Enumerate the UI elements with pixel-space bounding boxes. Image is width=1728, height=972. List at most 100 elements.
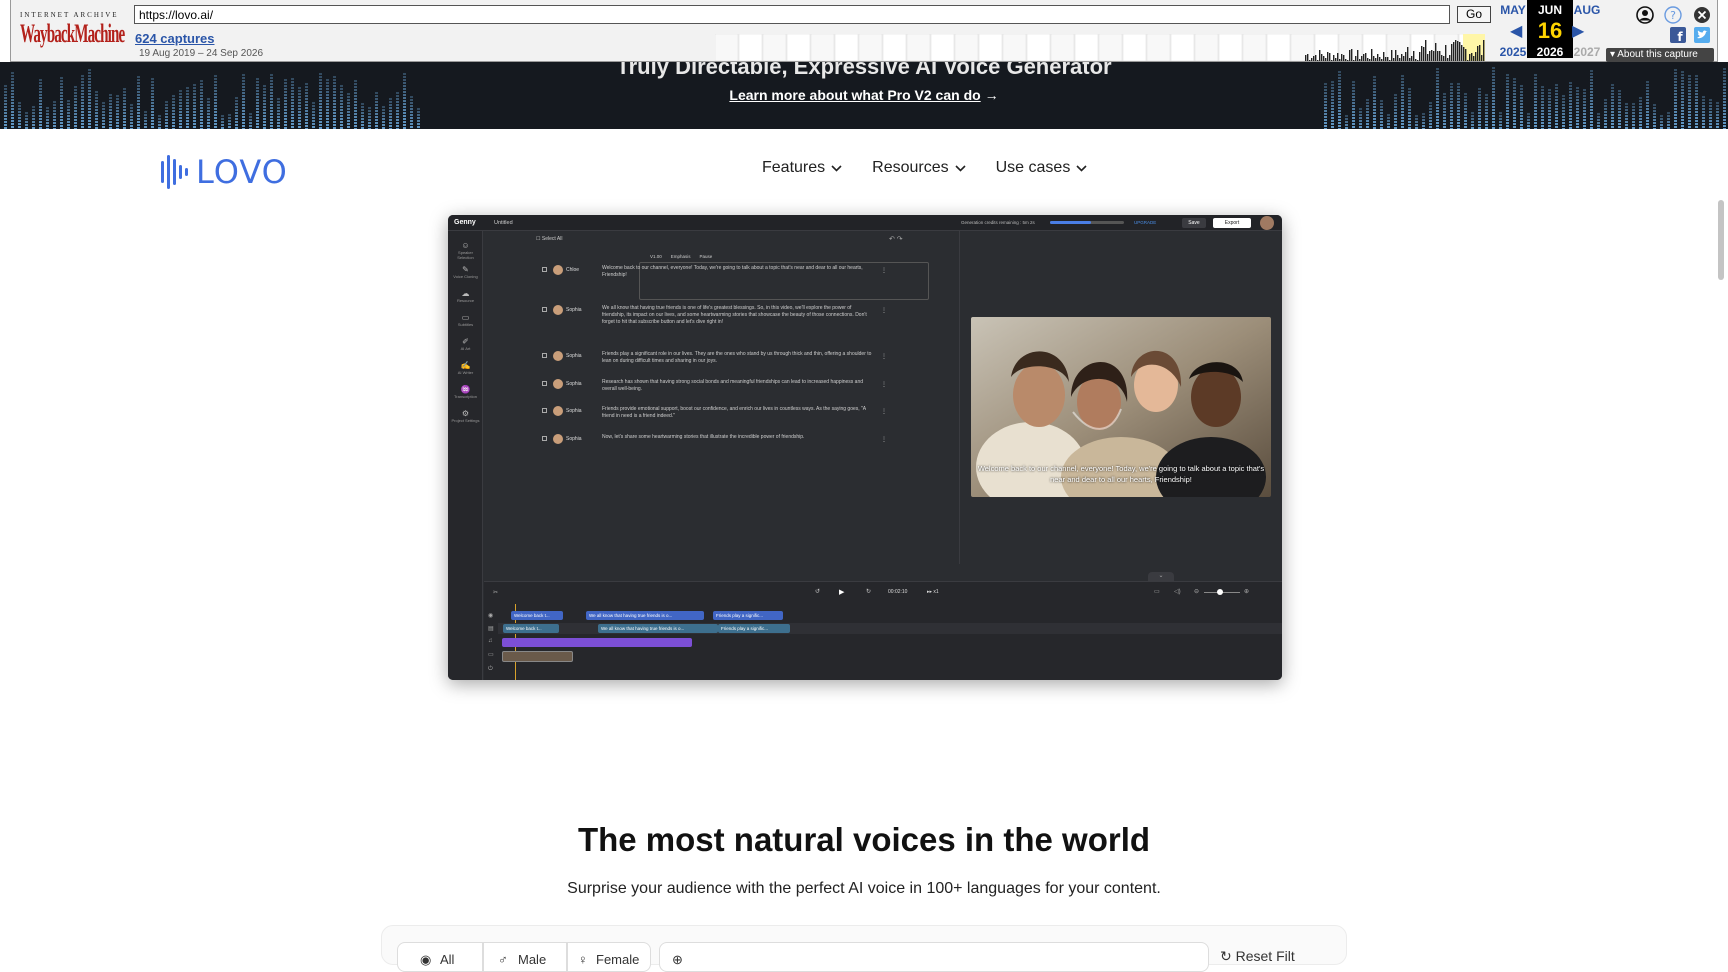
equalizer-dot (1534, 104, 1537, 106)
equalizer-dot (130, 110, 133, 112)
svg-text:f: f (1677, 30, 1683, 43)
histogram-bar (1311, 58, 1313, 61)
equalizer-dot (256, 105, 259, 107)
equalizer-dot (1527, 116, 1530, 118)
equalizer-dot (1548, 113, 1551, 115)
language-select[interactable]: ⊕ (659, 942, 1209, 972)
equalizer-dot (284, 124, 287, 126)
equalizer-dot (88, 84, 91, 86)
equalizer-dot (144, 120, 147, 122)
equalizer-dot (1366, 108, 1369, 110)
equalizer-dot (74, 113, 77, 115)
histogram-bar (1325, 58, 1327, 61)
equalizer-dot (1513, 114, 1516, 116)
nav-resources[interactable]: Resources (872, 159, 966, 177)
equalizer-dot (1625, 106, 1628, 108)
equalizer-dot (1415, 118, 1418, 120)
equalizer-dot (4, 103, 7, 105)
histogram-bar (1413, 51, 1415, 61)
nav-features[interactable]: Features (762, 159, 842, 177)
equalizer-dot (1520, 118, 1523, 120)
equalizer-dot (1611, 108, 1614, 110)
equalizer-dot (1590, 118, 1593, 120)
equalizer-dot (277, 119, 280, 121)
equalizer-dot (4, 121, 7, 123)
lovo-waveform-icon (161, 155, 188, 189)
equalizer-dot (1625, 124, 1628, 126)
equalizer-dot (1324, 122, 1327, 124)
lovo-logo[interactable]: LOVO (160, 153, 288, 191)
equalizer-dot (1520, 106, 1523, 108)
app-sidebar-item: ⚙ Project Settings (450, 409, 481, 423)
histogram-year-cell (1266, 34, 1291, 61)
equalizer-dot (1450, 122, 1453, 124)
wayback-captures-link[interactable]: 624 captures (135, 31, 215, 46)
equalizer-dot (375, 113, 378, 115)
equalizer-dot (1541, 110, 1544, 112)
equalizer-dot (1597, 125, 1600, 127)
equalizer-dot (347, 117, 350, 119)
equalizer-dot (375, 119, 378, 121)
wayback-capture-histogram[interactable] (715, 34, 1485, 61)
close-icon[interactable] (1693, 6, 1711, 24)
equalizer-dot (130, 125, 133, 127)
facebook-icon[interactable]: f (1670, 27, 1686, 43)
about-capture-dropdown[interactable]: ▾ About this capture (1606, 48, 1714, 62)
equalizer-dot (1625, 109, 1628, 111)
prev-capture-arrow-icon[interactable]: ◀ (1510, 21, 1522, 41)
equalizer-dot (1373, 109, 1376, 111)
equalizer-dot (410, 108, 413, 110)
equalizer-dot (270, 83, 273, 85)
zoom-out-icon: ⊖ (1194, 589, 1200, 595)
equalizer-dot (347, 114, 350, 116)
timecode: 00:02:10 (888, 589, 908, 595)
equalizer-dot (1534, 113, 1537, 115)
equalizer-dot (1555, 108, 1558, 110)
equalizer-dot (1716, 111, 1719, 113)
user-icon[interactable] (1636, 6, 1654, 24)
equalizer-dot (1723, 122, 1726, 124)
equalizer-dot (151, 105, 154, 107)
wayback-logo[interactable]: WaybackMachine (20, 19, 125, 49)
equalizer-dot (1723, 110, 1726, 112)
speaker-name: Sophia (566, 381, 582, 387)
promo-learn-more-link[interactable]: Learn more about what Pro V2 can do → (0, 87, 1728, 103)
equalizer-dot (417, 117, 420, 119)
page-scrollbar[interactable] (1718, 200, 1724, 280)
equalizer-dot (53, 113, 56, 115)
equalizer-dot (249, 116, 252, 118)
equalizer-dot (403, 115, 406, 117)
equalizer-dot (32, 109, 35, 111)
nav-use-cases[interactable]: Use cases (996, 159, 1088, 177)
equalizer-dot (270, 119, 273, 121)
histogram-year-cell (834, 34, 859, 61)
equalizer-dot (1569, 103, 1572, 105)
equalizer-dot (1492, 106, 1495, 108)
equalizer-dot (116, 113, 119, 115)
equalizer-dot (1380, 103, 1383, 105)
app-sidebar-label: Transcription (454, 394, 477, 399)
wayback-url-input[interactable] (134, 5, 1450, 24)
equalizer-dot (1422, 125, 1425, 127)
equalizer-dot (396, 110, 399, 112)
equalizer-dot (340, 124, 343, 126)
equalizer-dot (361, 109, 364, 111)
equalizer-dot (1534, 125, 1537, 127)
wayback-go-button[interactable]: Go (1457, 6, 1491, 23)
filter-female[interactable]: ♀ Female (567, 942, 651, 972)
next-capture-arrow-icon[interactable]: ▶ (1572, 21, 1584, 41)
equalizer-dot (1625, 112, 1628, 114)
credits-progress-fill (1050, 221, 1092, 224)
help-icon[interactable]: ? (1664, 6, 1682, 24)
wayback-month-next[interactable]: AUG (1565, 3, 1609, 17)
reset-filters-button[interactable]: ↻ Reset Filt (1220, 948, 1295, 965)
twitter-icon[interactable] (1694, 27, 1710, 43)
equalizer-dot (1555, 117, 1558, 119)
equalizer-dot (1324, 104, 1327, 106)
filter-all[interactable]: ◉ All (397, 942, 483, 972)
equalizer-dot (179, 114, 182, 116)
equalizer-dot (1541, 122, 1544, 124)
histogram-year-cell (1314, 34, 1339, 61)
filter-male[interactable]: ♂ Male (483, 942, 567, 972)
equalizer-dot (1380, 124, 1383, 126)
